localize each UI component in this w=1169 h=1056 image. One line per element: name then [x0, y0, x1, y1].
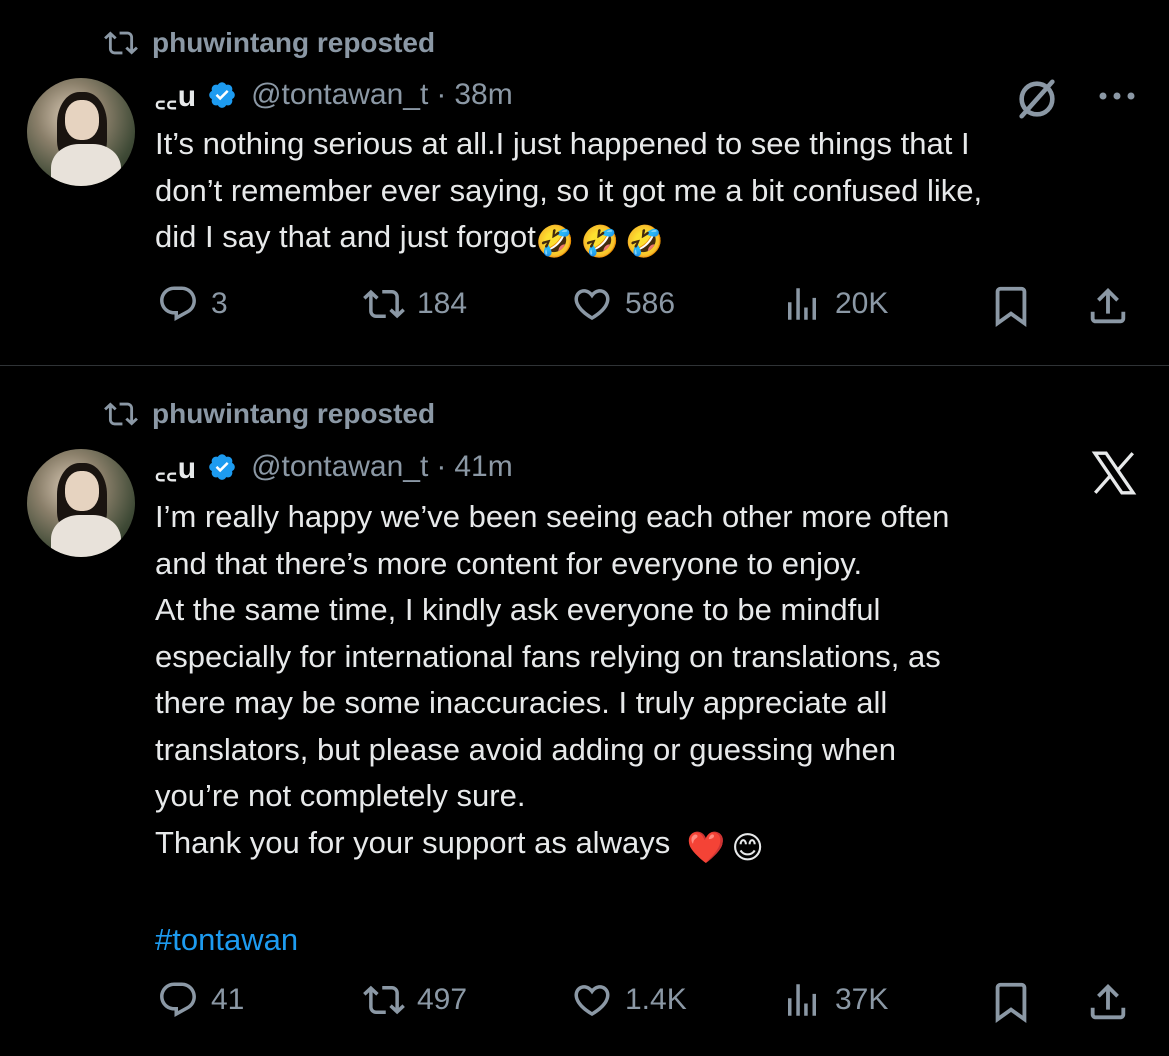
verified-badge-icon	[209, 453, 235, 480]
repost-icon	[363, 289, 405, 319]
x-logo-icon[interactable]	[1087, 448, 1141, 498]
author-name[interactable]: ꜀꜀u	[155, 446, 197, 487]
tweet-header: ꜀꜀u @tontawan_t · 41m	[155, 446, 513, 487]
repost-indicator: phuwintang reposted	[104, 397, 435, 431]
view-count: 37K	[835, 983, 889, 1016]
views-button[interactable]: 20K	[781, 283, 888, 325]
reply-count: 41	[211, 983, 245, 1016]
text-line: and that there’s more content for everyo…	[155, 545, 863, 581]
avatar[interactable]	[27, 78, 135, 186]
bookmark-icon[interactable]	[988, 979, 1034, 1025]
rofl-emoji-icon: 🤣	[580, 224, 620, 259]
heart-icon	[574, 985, 610, 1017]
repost-indicator: phuwintang reposted	[104, 26, 435, 60]
author-handle[interactable]: @tontawan_t	[251, 78, 428, 112]
reply-icon	[160, 286, 196, 321]
bookmark-icon[interactable]	[988, 283, 1034, 329]
rofl-emoji-icon: 🤣	[625, 224, 664, 259]
reply-icon	[160, 982, 196, 1017]
like-button[interactable]: 586	[571, 283, 675, 325]
share-icon[interactable]	[1085, 979, 1131, 1025]
view-count: 20K	[835, 287, 889, 320]
heart-icon	[574, 289, 610, 321]
author-name[interactable]: ꜀꜀u	[155, 74, 197, 115]
repost-icon	[104, 31, 138, 55]
repost-label: phuwintang reposted	[152, 27, 436, 58]
tweet-text: I’m really happy we’ve been seeing each …	[155, 494, 1155, 964]
views-chart-icon	[788, 984, 816, 1016]
verified-badge-icon	[209, 81, 235, 108]
slashed-circle-icon[interactable]	[1014, 76, 1060, 122]
repost-button[interactable]: 184	[363, 283, 467, 325]
timestamp[interactable]: 41m	[454, 450, 512, 484]
separator-dot: ·	[436, 77, 447, 111]
text-line-content: did I say that and just forgot	[155, 219, 536, 254]
repost-button[interactable]: 497	[363, 979, 467, 1021]
action-bar: 41 497 1.4K 37K	[155, 979, 1145, 1029]
timestamp[interactable]: 38m	[454, 78, 512, 112]
repost-count: 497	[417, 983, 468, 1016]
author-handle[interactable]: @tontawan_t	[251, 450, 428, 484]
hashtag-link[interactable]: #tontawan	[155, 922, 298, 957]
text-line: Thank you for your support as always ❤️ 😊	[155, 820, 1155, 872]
views-chart-icon	[788, 288, 816, 320]
text-line: At the same time, I kindly ask everyone …	[155, 592, 881, 627]
text-line: you’re not completely sure.	[155, 778, 526, 813]
more-icon[interactable]	[1096, 86, 1138, 106]
text-line: especially for international fans relyin…	[155, 638, 941, 674]
like-count: 1.4K	[625, 983, 687, 1016]
divider	[0, 365, 1169, 366]
repost-label: phuwintang reposted	[152, 398, 436, 429]
repost-icon	[363, 985, 405, 1015]
repost-icon	[104, 402, 138, 426]
tweet[interactable]: phuwintang reposted ꜀꜀u @tontawan_t · 38…	[0, 0, 1169, 366]
tweet-header: ꜀꜀u @tontawan_t · 38m	[155, 74, 513, 115]
like-button[interactable]: 1.4K	[571, 979, 687, 1021]
text-line-content: Thank you for your support as always	[155, 824, 671, 860]
text-line: don’t remember ever saying, so it got me…	[155, 172, 983, 208]
tweet[interactable]: phuwintang reposted ꜀꜀u @tontawan_t · 41…	[0, 367, 1169, 1056]
tweet-text: It’s nothing serious at all.I just happe…	[155, 121, 1155, 266]
repost-count: 184	[417, 287, 468, 320]
reply-button[interactable]: 41	[157, 979, 244, 1021]
like-count: 586	[625, 287, 676, 320]
action-bar: 3 184 586 20K	[155, 283, 1145, 333]
red-heart-emoji-icon: ❤️	[686, 829, 726, 865]
reply-button[interactable]: 3	[157, 283, 228, 325]
text-line: translators, but please avoid adding or …	[155, 731, 897, 767]
text-line: I’m really happy we’ve been seeing each …	[155, 499, 950, 534]
share-icon[interactable]	[1085, 283, 1131, 329]
views-button[interactable]: 37K	[781, 979, 888, 1021]
smiling-face-emoji-icon: 😊	[731, 829, 764, 865]
avatar[interactable]	[27, 449, 135, 557]
reply-count: 3	[211, 287, 228, 320]
separator-dot: ·	[436, 449, 447, 483]
text-line: did I say that and just forgot🤣 🤣 🤣	[155, 214, 1155, 266]
text-line: It’s nothing serious at all.I just happe…	[155, 126, 970, 161]
rofl-emoji-icon: 🤣	[535, 224, 575, 259]
text-line: there may be some inaccuracies. I truly …	[155, 685, 888, 720]
